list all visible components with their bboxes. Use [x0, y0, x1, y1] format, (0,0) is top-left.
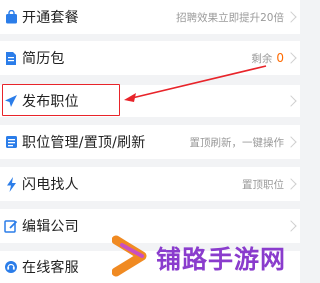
- watermark-text: 铺路手游网: [156, 245, 287, 274]
